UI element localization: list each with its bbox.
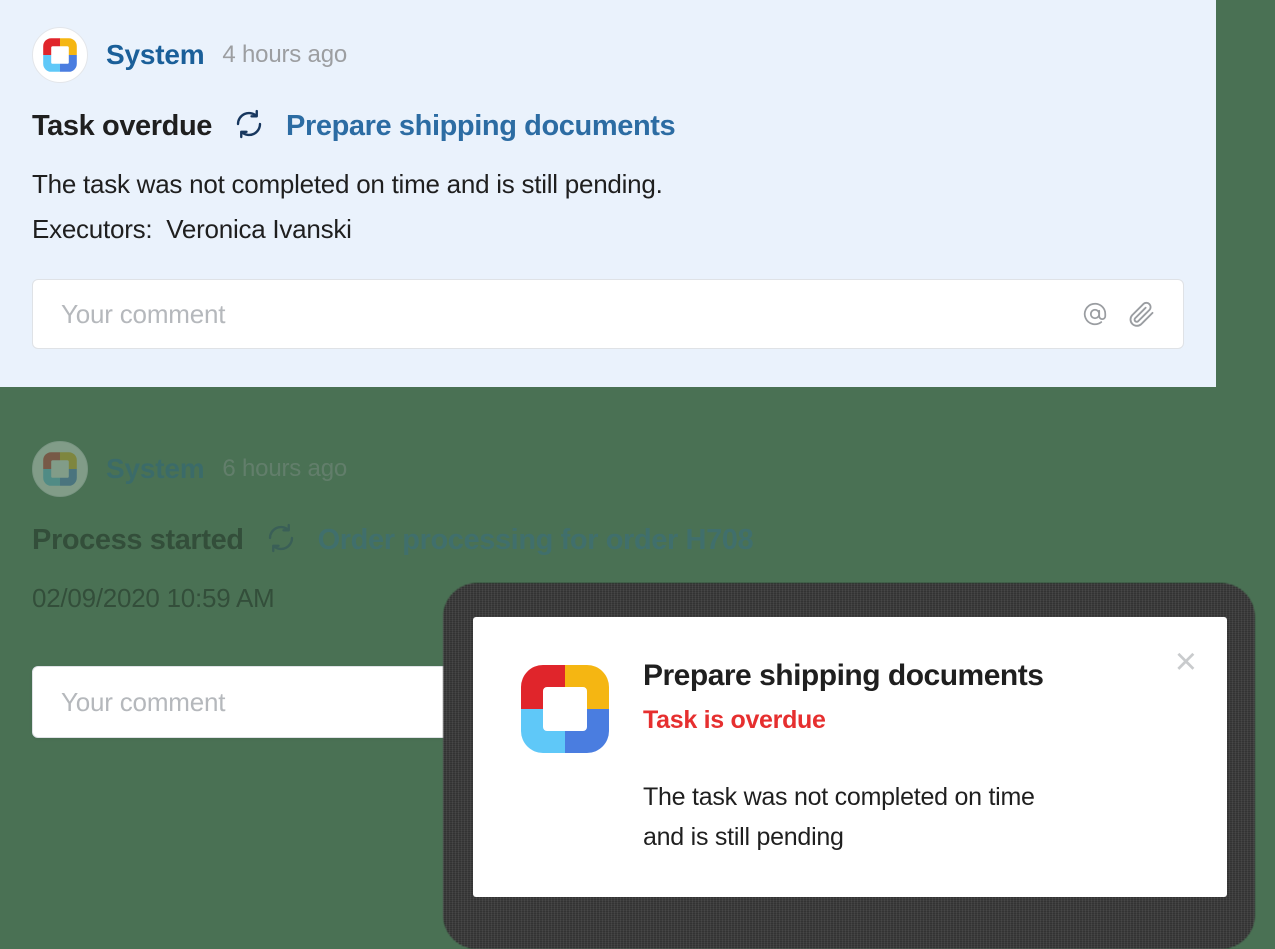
modal-texts: Prepare shipping documents Task is overd…	[643, 655, 1187, 858]
event-title-line: Process started Order processing for ord…	[32, 520, 1184, 560]
feed-item-header: System 4 hours ago	[32, 26, 1184, 84]
paperclip-attachment-icon[interactable]	[1127, 299, 1157, 329]
timestamp: 6 hours ago	[222, 455, 347, 482]
event-title-line: Task overdue Prepare shipping documents	[32, 106, 1184, 146]
comment-actions	[1081, 299, 1183, 329]
event-body-line: Executors: Veronica Ivanski	[32, 213, 352, 244]
feed-item-header: System 6 hours ago	[32, 440, 1184, 498]
event-body: The task was not completed on time and i…	[32, 162, 1184, 251]
sync-refresh-icon	[234, 109, 264, 144]
author-name: System	[106, 39, 205, 70]
system-pinwheel-logo-icon	[515, 659, 615, 759]
modal-description: The task was not completed on time and i…	[643, 782, 1035, 852]
feed-item-task-overdue: System 4 hours ago Task overdue Prepare …	[0, 0, 1216, 387]
event-link-process[interactable]: Order processing for order H708	[318, 524, 754, 557]
system-pinwheel-logo-icon	[40, 35, 80, 75]
sync-refresh-icon	[266, 523, 296, 558]
event-body-line: The task was not completed on time and i…	[32, 169, 663, 199]
task-overdue-notification-modal: × Prepare shipping documents Task is ove…	[473, 617, 1227, 897]
close-x-icon[interactable]: ×	[1175, 643, 1197, 681]
event-link-task[interactable]: Prepare shipping documents	[286, 110, 676, 143]
avatar	[32, 27, 88, 83]
event-kind-label: Task overdue	[32, 109, 213, 142]
comment-input-box[interactable]: Your comment	[32, 279, 1184, 350]
author-name: System	[106, 453, 205, 484]
status-badge: Task is overdue	[643, 705, 826, 734]
at-mention-icon[interactable]	[1081, 300, 1109, 328]
avatar	[32, 441, 88, 497]
system-pinwheel-logo-icon	[40, 449, 80, 489]
modal-title: Prepare shipping documents	[643, 659, 1044, 692]
screenshot-stage: System 4 hours ago Task overdue Prepare …	[0, 0, 1275, 949]
modal-content-row: Prepare shipping documents Task is overd…	[515, 655, 1187, 858]
comment-input-placeholder[interactable]: Your comment	[33, 299, 1081, 330]
timestamp: 4 hours ago	[222, 41, 347, 68]
event-kind-label: Process started	[32, 523, 244, 556]
